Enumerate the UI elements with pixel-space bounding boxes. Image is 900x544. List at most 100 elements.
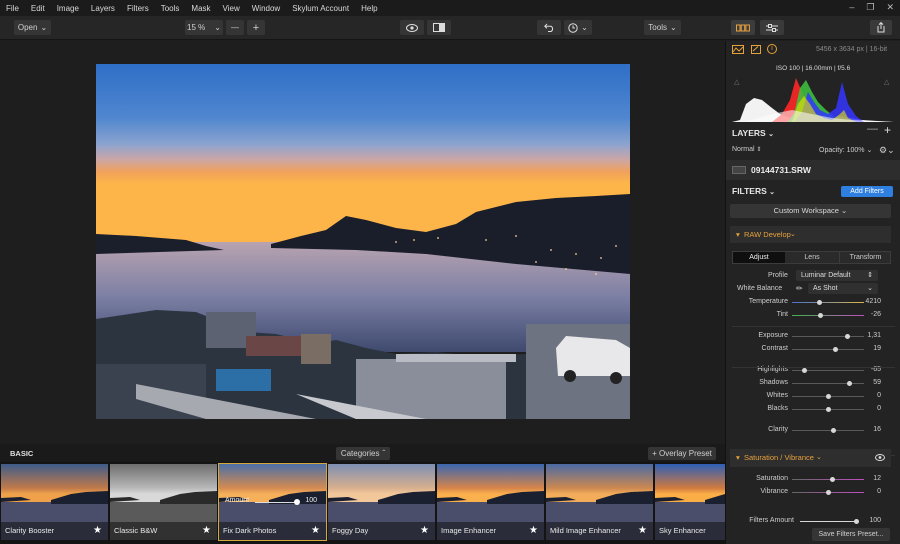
tools-button[interactable]: Tools ⌄ <box>644 20 681 35</box>
slider-track[interactable] <box>792 479 864 480</box>
visibility-eye-icon[interactable] <box>875 454 885 461</box>
preset-amount-slider[interactable]: Amount 100 <box>225 497 323 507</box>
tab-transform[interactable]: Transform <box>839 252 891 263</box>
raw-develop-header[interactable]: ▾ RAW Develop ⌄ <box>730 226 891 243</box>
blacks-slider[interactable]: Blacks 0 <box>726 403 900 415</box>
favorite-star-icon[interactable]: ★ <box>529 525 538 536</box>
tab-adjust[interactable]: Adjust <box>733 252 785 263</box>
slider-track[interactable] <box>792 349 864 350</box>
menu-file[interactable]: File <box>6 4 19 13</box>
clarity-slider[interactable]: Clarity 16 <box>726 424 900 436</box>
eyedropper-icon[interactable]: ✏ <box>796 284 803 293</box>
slider-knob[interactable] <box>832 347 838 352</box>
slider-knob[interactable] <box>853 519 859 524</box>
preset-thumbnail[interactable]: Mild Image Enhancer ★ <box>546 464 653 540</box>
slider-track[interactable] <box>800 521 856 522</box>
slider-track[interactable] <box>792 302 864 303</box>
slider-track[interactable] <box>792 315 864 316</box>
profile-select[interactable]: Luminar Default ⇕ <box>796 270 878 281</box>
slider-knob[interactable] <box>847 381 853 386</box>
tab-lens[interactable]: Lens <box>786 252 838 263</box>
share-button[interactable] <box>870 20 892 35</box>
layers-view-button[interactable] <box>731 20 755 35</box>
shadows-slider[interactable]: Shadows 59 <box>726 377 900 389</box>
slider-knob[interactable] <box>825 407 831 412</box>
slider-knob[interactable] <box>825 490 831 495</box>
slider-track[interactable] <box>255 502 297 503</box>
main-photo[interactable] <box>96 64 630 419</box>
histogram-icon[interactable] <box>732 45 744 54</box>
favorite-star-icon[interactable]: ★ <box>93 525 102 536</box>
add-layer-button[interactable]: + <box>884 123 891 137</box>
save-filters-preset-button[interactable]: Save Filters Preset... <box>812 528 890 541</box>
tint-slider[interactable]: Tint -26 <box>726 309 900 321</box>
overlay-preset-button[interactable]: + Overlay Preset <box>648 447 716 460</box>
info-icon[interactable]: i <box>767 44 777 54</box>
zoom-select[interactable]: 15 % ⌄ <box>185 20 223 35</box>
menu-tools[interactable]: Tools <box>161 4 180 13</box>
highlights-slider[interactable]: Highlights -65 <box>726 364 900 376</box>
minimize-icon[interactable]: – <box>849 2 854 13</box>
menu-view[interactable]: View <box>223 4 240 13</box>
slider-knob[interactable] <box>829 477 835 482</box>
menu-edit[interactable]: Edit <box>31 4 45 13</box>
menu-window[interactable]: Window <box>252 4 280 13</box>
slider-knob[interactable] <box>825 394 831 399</box>
menu-help[interactable]: Help <box>361 4 377 13</box>
saturation-slider[interactable]: Saturation 12 <box>726 473 900 485</box>
menu-layers[interactable]: Layers <box>91 4 115 13</box>
slider-knob[interactable] <box>294 499 300 505</box>
opacity-control[interactable]: Opacity: 100% ⌄ <box>819 146 872 154</box>
layer-settings-gear-icon[interactable]: ⚙⌄ <box>879 145 895 156</box>
preset-thumbnail[interactable]: Sky Enhancer★ <box>655 464 725 540</box>
slider-knob[interactable] <box>816 300 822 305</box>
menu-filters[interactable]: Filters <box>127 4 149 13</box>
slider-track[interactable] <box>792 336 864 337</box>
favorite-star-icon[interactable]: ★ <box>311 525 320 536</box>
menu-skylum-account[interactable]: Skylum Account <box>292 4 349 13</box>
favorite-star-icon[interactable]: ★ <box>638 525 647 536</box>
edit-icon[interactable] <box>751 45 761 54</box>
temperature-slider[interactable]: Temperature 4210 <box>726 296 900 308</box>
whites-slider[interactable]: Whites 0 <box>726 390 900 402</box>
preset-thumbnail[interactable]: Classic B&W ★ <box>110 464 217 540</box>
layer-row[interactable]: 09144731.SRW <box>726 160 900 180</box>
add-filters-button[interactable]: Add Filters <box>841 186 893 197</box>
categories-button[interactable]: Categories ˆ <box>336 447 390 460</box>
history-button[interactable]: ⌄ <box>564 20 592 35</box>
open-button[interactable]: Open ⌄ <box>14 20 51 35</box>
slider-knob[interactable] <box>802 368 808 373</box>
favorite-star-icon[interactable]: ★ <box>420 525 429 536</box>
filters-amount-slider[interactable]: Filters Amount 100 <box>726 515 900 527</box>
compare-button[interactable] <box>427 20 451 35</box>
undo-button[interactable] <box>537 20 561 35</box>
blend-mode-select[interactable]: Normal ⇕ <box>732 146 762 153</box>
preset-thumbnail[interactable]: Foggy Day ★ <box>328 464 435 540</box>
remove-layer-button[interactable]: — <box>867 123 878 135</box>
layers-title[interactable]: LAYERS ⌄ <box>732 128 774 138</box>
contrast-slider[interactable]: Contrast 19 <box>726 343 900 355</box>
image-canvas[interactable] <box>0 41 725 443</box>
slider-track[interactable] <box>792 383 864 384</box>
zoom-in-button[interactable]: + <box>247 20 265 35</box>
preset-thumbnail[interactable]: Fix Dark Photos ★ Amount 100 <box>218 463 327 541</box>
close-icon[interactable]: ✕ <box>886 2 894 13</box>
slider-track[interactable] <box>792 430 864 431</box>
restore-icon[interactable]: ❐ <box>866 2 874 13</box>
slider-knob[interactable] <box>831 428 837 433</box>
filters-title[interactable]: FILTERS ⌄ <box>732 186 775 196</box>
vibrance-slider[interactable]: Vibrance 0 <box>726 486 900 498</box>
preset-thumbnail[interactable]: Clarity Booster ★ <box>1 464 108 540</box>
preview-eye-button[interactable] <box>400 20 424 35</box>
workspace-select[interactable]: Custom Workspace ⌄ <box>730 204 891 218</box>
slider-knob[interactable] <box>844 334 850 339</box>
menu-image[interactable]: Image <box>57 4 79 13</box>
preset-thumbnail[interactable]: Image Enhancer ★ <box>437 464 544 540</box>
white-balance-select[interactable]: As Shot ⌄ <box>808 283 878 294</box>
exposure-slider[interactable]: Exposure 1,31 <box>726 330 900 342</box>
zoom-out-button[interactable]: — <box>226 20 244 35</box>
menu-mask[interactable]: Mask <box>191 4 210 13</box>
favorite-star-icon[interactable]: ★ <box>202 525 211 536</box>
slider-knob[interactable] <box>818 313 824 318</box>
saturation-vibrance-header[interactable]: ▾ Saturation / Vibrance ⌄ <box>730 449 891 467</box>
